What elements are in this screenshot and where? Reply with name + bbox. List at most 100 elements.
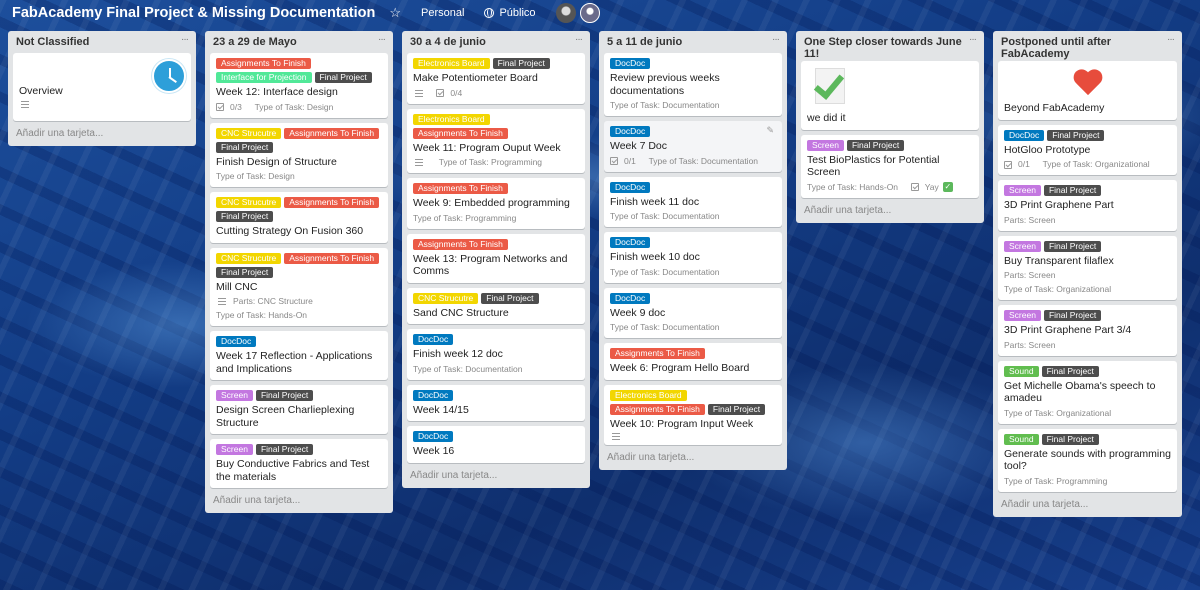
add-card-button[interactable]: Añadir una tarjeta... [210, 488, 388, 508]
card-title: 3D Print Graphene Part [1004, 199, 1114, 211]
card[interactable]: ✎ DocDoc Week 7 Doc 0/1 Type of Task: Do… [604, 121, 782, 172]
card-label: DocDoc [610, 126, 651, 137]
list-postponed: Postponed until after FabAcademy ··· Bey… [993, 31, 1182, 517]
list-menu-icon[interactable]: ··· [1167, 35, 1175, 45]
card[interactable]: Assignments To Finish Week 13: Program N… [407, 233, 585, 283]
card[interactable]: Electronics Board Final Project Make Pot… [407, 53, 585, 104]
list-title[interactable]: 30 a 4 de junio [410, 36, 486, 48]
list-header: 23 a 29 de Mayo ··· [210, 31, 388, 53]
card[interactable]: Assignments To Finish Week 9: Embedded p… [407, 178, 585, 229]
card[interactable]: Screen Final Project 3D Print Graphene P… [998, 180, 1177, 231]
card[interactable]: DocDoc Finish week 11 doc Type of Task: … [604, 176, 782, 227]
team-button[interactable]: Personal [421, 7, 464, 19]
card-title: Get Michelle Obama's speech to amadeu [1004, 379, 1156, 405]
card[interactable]: Screen Final Project Test BioPlastics fo… [801, 134, 979, 198]
list-title[interactable]: 23 a 29 de Mayo [213, 36, 297, 48]
card-label: Assignments To Finish [284, 197, 380, 208]
edit-pencil-icon[interactable]: ✎ [766, 125, 774, 136]
card[interactable]: Sound Final Project Generate sounds with… [998, 428, 1177, 492]
card-title: Make Potentiometer Board [413, 72, 538, 84]
card-label: Assignments To Finish [610, 348, 705, 359]
card-type: Type of Task: Documentation [610, 100, 720, 110]
list-menu-icon[interactable]: ··· [378, 35, 386, 45]
list-menu-icon[interactable]: ··· [772, 35, 780, 45]
add-card-button[interactable]: Añadir una tarjeta... [998, 492, 1177, 512]
card-title: Week 9 doc [610, 306, 666, 319]
board-title[interactable]: FabAcademy Final Project & Missing Docum… [12, 5, 375, 21]
card[interactable]: DocDoc Final Project HotGloo Prototype 0… [998, 124, 1177, 175]
card-title: Buy Transparent filaflex [1004, 254, 1114, 267]
list-title[interactable]: Not Classified [16, 36, 89, 48]
card[interactable]: Screen Final Project Design Screen Charl… [210, 385, 388, 434]
card-label: Final Project [314, 72, 372, 83]
list-menu-icon[interactable]: ··· [575, 35, 583, 45]
list-menu-icon[interactable]: ··· [969, 35, 977, 45]
card[interactable]: Electronics Board Assignments To Finish … [407, 108, 585, 173]
card[interactable]: DocDoc Week 17 Reflection - Applications… [210, 331, 388, 380]
star-button[interactable]: ☆ [389, 5, 401, 21]
add-card-button[interactable]: Añadir una tarjeta... [801, 198, 979, 218]
card-label: Final Project [1047, 129, 1105, 141]
checkmark-icon [811, 68, 847, 106]
card[interactable]: DocDoc Review previous weeks documentati… [604, 53, 782, 116]
card[interactable]: DocDoc Week 16 [407, 426, 585, 463]
description-icon [21, 100, 29, 108]
card-type: Type of Task: Organizational [1004, 284, 1112, 294]
description-icon [612, 433, 620, 440]
card[interactable]: CNC Strucutre Assignments To Finish Fina… [210, 192, 388, 243]
card[interactable]: Beyond FabAcademy [998, 61, 1177, 120]
card[interactable]: DocDoc Finish week 12 doc Type of Task: … [407, 329, 585, 380]
card-label: CNC Strucutre [216, 252, 282, 264]
card[interactable]: Assignments To Finish Week 6: Program He… [604, 343, 782, 380]
add-card-button[interactable]: Añadir una tarjeta... [13, 121, 191, 141]
add-card-button[interactable]: Añadir una tarjeta... [407, 463, 585, 483]
add-card-button[interactable]: Añadir una tarjeta... [604, 445, 782, 465]
card-label: Final Project [255, 390, 314, 401]
list-title[interactable]: 5 a 11 de junio [607, 36, 682, 48]
card-label: Final Project [846, 139, 905, 151]
card-label: Final Project [216, 211, 274, 222]
card-label: Assignments To Finish [413, 127, 508, 139]
card[interactable]: Screen Final Project 3D Print Graphene P… [998, 305, 1177, 356]
team-label: Personal [421, 7, 465, 19]
card[interactable]: Overview [13, 53, 191, 121]
list-header: 5 a 11 de junio ··· [604, 31, 782, 53]
card-label: Sound [1004, 365, 1039, 377]
list-title[interactable]: One Step closer towards June 11! [804, 36, 969, 60]
card-label: Final Project [1041, 365, 1099, 377]
list-header: Not Classified ··· [13, 31, 191, 53]
card-label: CNC Strucutre [216, 197, 282, 208]
card[interactable]: CNC Strucutre Final Project Sand CNC Str… [407, 287, 585, 324]
card[interactable]: DocDoc Week 9 doc Type of Task: Document… [604, 287, 782, 338]
card-label: Screen [807, 139, 844, 151]
card[interactable]: CNC Strucutre Assignments To Finish Fina… [210, 247, 388, 326]
list-title[interactable]: Postponed until after FabAcademy [1001, 36, 1167, 60]
card[interactable]: DocDoc Finish week 10 doc Type of Task: … [604, 232, 782, 283]
checklist-icon [436, 89, 445, 97]
card[interactable]: Electronics Board Assignments To Finish … [604, 384, 782, 445]
card[interactable]: Sound Final Project Get Michelle Obama's… [998, 360, 1177, 424]
avatar[interactable] [579, 3, 600, 23]
list-header: One Step closer towards June 11! ··· [801, 31, 979, 61]
card-type: Type of Task: Hands-On [807, 181, 899, 192]
card-type: Type of Task: Organizational [1042, 159, 1150, 169]
card-title: Design Screen Charlieplexing Structure [216, 404, 355, 429]
card[interactable]: DocDoc Week 14/15 [407, 384, 585, 421]
card[interactable]: Screen Final Project Buy Transparent fil… [998, 235, 1177, 300]
card-extra: Yay [924, 181, 939, 192]
card-label: Assignments To Finish [284, 127, 380, 139]
card-label: Assignments To Finish [413, 183, 508, 194]
card-parts: Parts: CNC Structure [233, 296, 313, 306]
card-title: Finish week 11 doc [610, 195, 700, 208]
list-menu-icon[interactable]: ··· [181, 35, 189, 45]
checklist-icon [1004, 160, 1012, 169]
card-label: Electronics Board [610, 389, 687, 401]
card[interactable]: Assignments To Finish Interface for Proj… [210, 53, 388, 118]
card[interactable]: CNC Strucutre Assignments To Finish Fina… [210, 122, 388, 187]
card-type: Type of Task: Documentation [610, 211, 720, 221]
card[interactable]: we did it [801, 61, 979, 130]
card-title: Mill CNC [216, 280, 258, 293]
visibility-button[interactable]: Público [484, 7, 536, 19]
avatar[interactable] [555, 3, 576, 23]
card[interactable]: Screen Final Project Buy Conductive Fabr… [210, 439, 388, 488]
